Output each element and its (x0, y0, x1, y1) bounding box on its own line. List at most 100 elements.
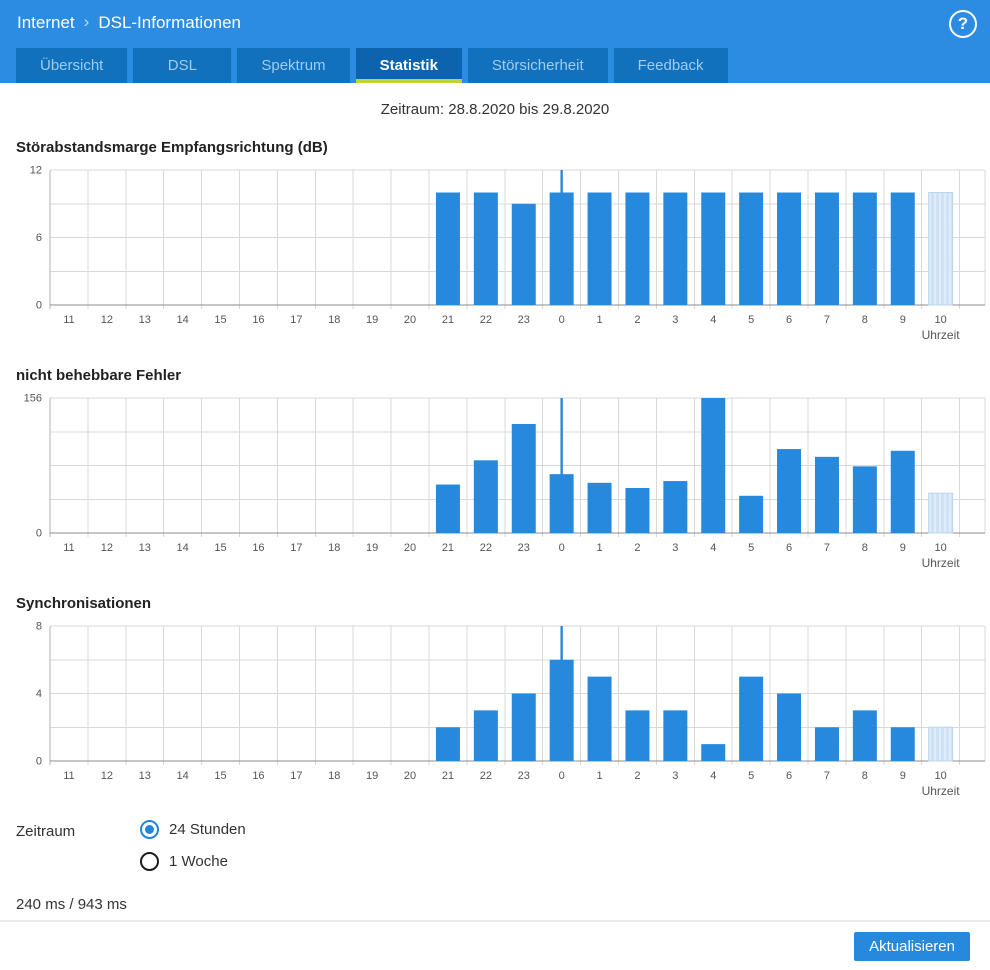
question-mark-icon: ? (957, 14, 969, 33)
svg-text:2: 2 (634, 314, 640, 326)
svg-text:22: 22 (480, 770, 492, 782)
charts-area: Störabstandsmarge Empfangsrichtung (dB) … (0, 139, 990, 802)
svg-text:4: 4 (36, 688, 42, 700)
tab-statistik[interactable]: Statistik (355, 48, 462, 83)
svg-text:15: 15 (214, 542, 226, 554)
svg-text:19: 19 (366, 314, 378, 326)
uncorrectable-errors-bar-chart: 156011 12 13 14 15 16 17 18 19 20 21 22 23 0 1 2 3 4 5 6 7 8 9… (24, 393, 986, 570)
svg-text:16: 16 (252, 770, 264, 782)
zeitraum-control: Zeitraum 24 Stunden 1 Woche (0, 820, 990, 871)
svg-text:6: 6 (786, 770, 792, 782)
svg-text:9: 9 (900, 542, 906, 554)
page-header: Internet › DSL-Informationen ? Übersicht… (0, 0, 990, 83)
tab-uebersicht[interactable]: Übersicht (16, 48, 128, 83)
svg-text:4: 4 (710, 770, 716, 782)
svg-text:21: 21 (442, 542, 454, 554)
svg-text:21: 21 (442, 314, 454, 326)
svg-text:11: 11 (63, 314, 74, 326)
chart-synchronisations: Synchronisationen 8 4 0 11 12 13 14 15 16 17 18 19 2… (16, 595, 990, 802)
refresh-button[interactable]: Aktualisieren (854, 932, 970, 961)
radio-button-icon (140, 852, 159, 871)
svg-text:8: 8 (862, 770, 868, 782)
radio-24-stunden[interactable]: 24 Stunden (140, 820, 246, 839)
latency-text: 240 ms / 943 ms (16, 896, 127, 913)
svg-text:12: 12 (30, 165, 42, 177)
svg-text:6: 6 (786, 314, 792, 326)
tab-spektrum[interactable]: Spektrum (237, 48, 350, 83)
svg-text:0: 0 (36, 756, 42, 768)
svg-text:18: 18 (328, 314, 340, 326)
svg-text:12: 12 (101, 542, 113, 554)
svg-text:0: 0 (559, 314, 565, 326)
svg-text:1: 1 (596, 314, 602, 326)
footer-bar: Aktualisieren (0, 920, 990, 970)
svg-text:20: 20 (404, 542, 416, 554)
svg-text:18: 18 (328, 770, 340, 782)
svg-text:10: 10 (935, 542, 947, 554)
tab-feedback[interactable]: Feedback (613, 48, 728, 83)
snr-margin-bar-chart: 126011 12 13 14 15 16 17 18 19 20 21 22 23 0 1 2 3 4 5 6 7 8 9… (30, 165, 986, 342)
zeitraum-label: Zeitraum (16, 823, 76, 840)
period-range-text: Zeitraum: 28.8.2020 bis 29.8.2020 (380, 101, 610, 118)
svg-text:4: 4 (710, 314, 716, 326)
radio-1-woche[interactable]: 1 Woche (140, 852, 246, 871)
svg-text:0: 0 (559, 542, 565, 554)
svg-text:Uhrzeit: Uhrzeit (922, 328, 961, 342)
svg-text:14: 14 (177, 770, 189, 782)
tab-stoersicherheit[interactable]: Störsicherheit (467, 48, 608, 83)
svg-text:10: 10 (935, 314, 947, 326)
svg-text:5: 5 (748, 314, 754, 326)
svg-text:0: 0 (36, 300, 42, 312)
svg-text:17: 17 (290, 770, 302, 782)
svg-text:156: 156 (24, 393, 42, 405)
svg-text:15: 15 (214, 770, 226, 782)
svg-text:12: 12 (101, 314, 113, 326)
svg-text:13: 13 (139, 314, 151, 326)
breadcrumb-section[interactable]: Internet (17, 13, 75, 33)
chevron-right-icon: › (83, 12, 90, 31)
svg-text:1: 1 (596, 542, 602, 554)
svg-text:9: 9 (900, 314, 906, 326)
svg-text:6: 6 (36, 232, 42, 244)
radio-button-icon (140, 820, 159, 839)
svg-text:14: 14 (177, 314, 189, 326)
svg-text:3: 3 (672, 770, 678, 782)
svg-text:22: 22 (480, 314, 492, 326)
chart-title: nicht behebbare Fehler (16, 367, 182, 384)
svg-text:4: 4 (710, 542, 716, 554)
svg-text:11: 11 (63, 770, 74, 782)
svg-text:5: 5 (748, 542, 754, 554)
svg-text:19: 19 (366, 770, 378, 782)
svg-text:17: 17 (290, 542, 302, 554)
svg-text:10: 10 (935, 770, 947, 782)
chart-title: Synchronisationen (16, 595, 152, 612)
svg-text:20: 20 (404, 314, 416, 326)
svg-text:0: 0 (36, 528, 42, 540)
breadcrumb: Internet › DSL-Informationen (0, 0, 990, 33)
chart-snr-margin: Störabstandsmarge Empfangsrichtung (dB) … (16, 139, 990, 346)
svg-text:13: 13 (139, 542, 151, 554)
svg-text:11: 11 (63, 542, 74, 554)
svg-text:17: 17 (290, 314, 302, 326)
svg-text:2: 2 (634, 542, 640, 554)
breadcrumb-page-title: DSL-Informationen (98, 13, 242, 32)
svg-text:3: 3 (672, 314, 678, 326)
chart-title: Störabstandsmarge Empfangsrichtung (dB) (16, 139, 328, 156)
svg-text:1: 1 (596, 770, 602, 782)
svg-text:22: 22 (480, 542, 492, 554)
tab-dsl[interactable]: DSL (133, 48, 232, 83)
dsl-information-page: Internet › DSL-Informationen ? Übersicht… (0, 0, 990, 970)
svg-text:7: 7 (824, 542, 830, 554)
svg-text:23: 23 (518, 542, 530, 554)
svg-text:0: 0 (559, 770, 565, 782)
svg-text:Uhrzeit: Uhrzeit (922, 784, 961, 798)
svg-text:9: 9 (900, 770, 906, 782)
svg-text:3: 3 (672, 542, 678, 554)
radio-label: 24 Stunden (169, 821, 246, 838)
svg-text:8: 8 (862, 314, 868, 326)
svg-text:16: 16 (252, 542, 264, 554)
tab-bar: Übersicht DSL Spektrum Statistik Störsic… (16, 48, 728, 83)
svg-text:14: 14 (177, 542, 189, 554)
svg-text:Uhrzeit: Uhrzeit (922, 556, 961, 570)
help-button[interactable]: ? (949, 10, 977, 38)
